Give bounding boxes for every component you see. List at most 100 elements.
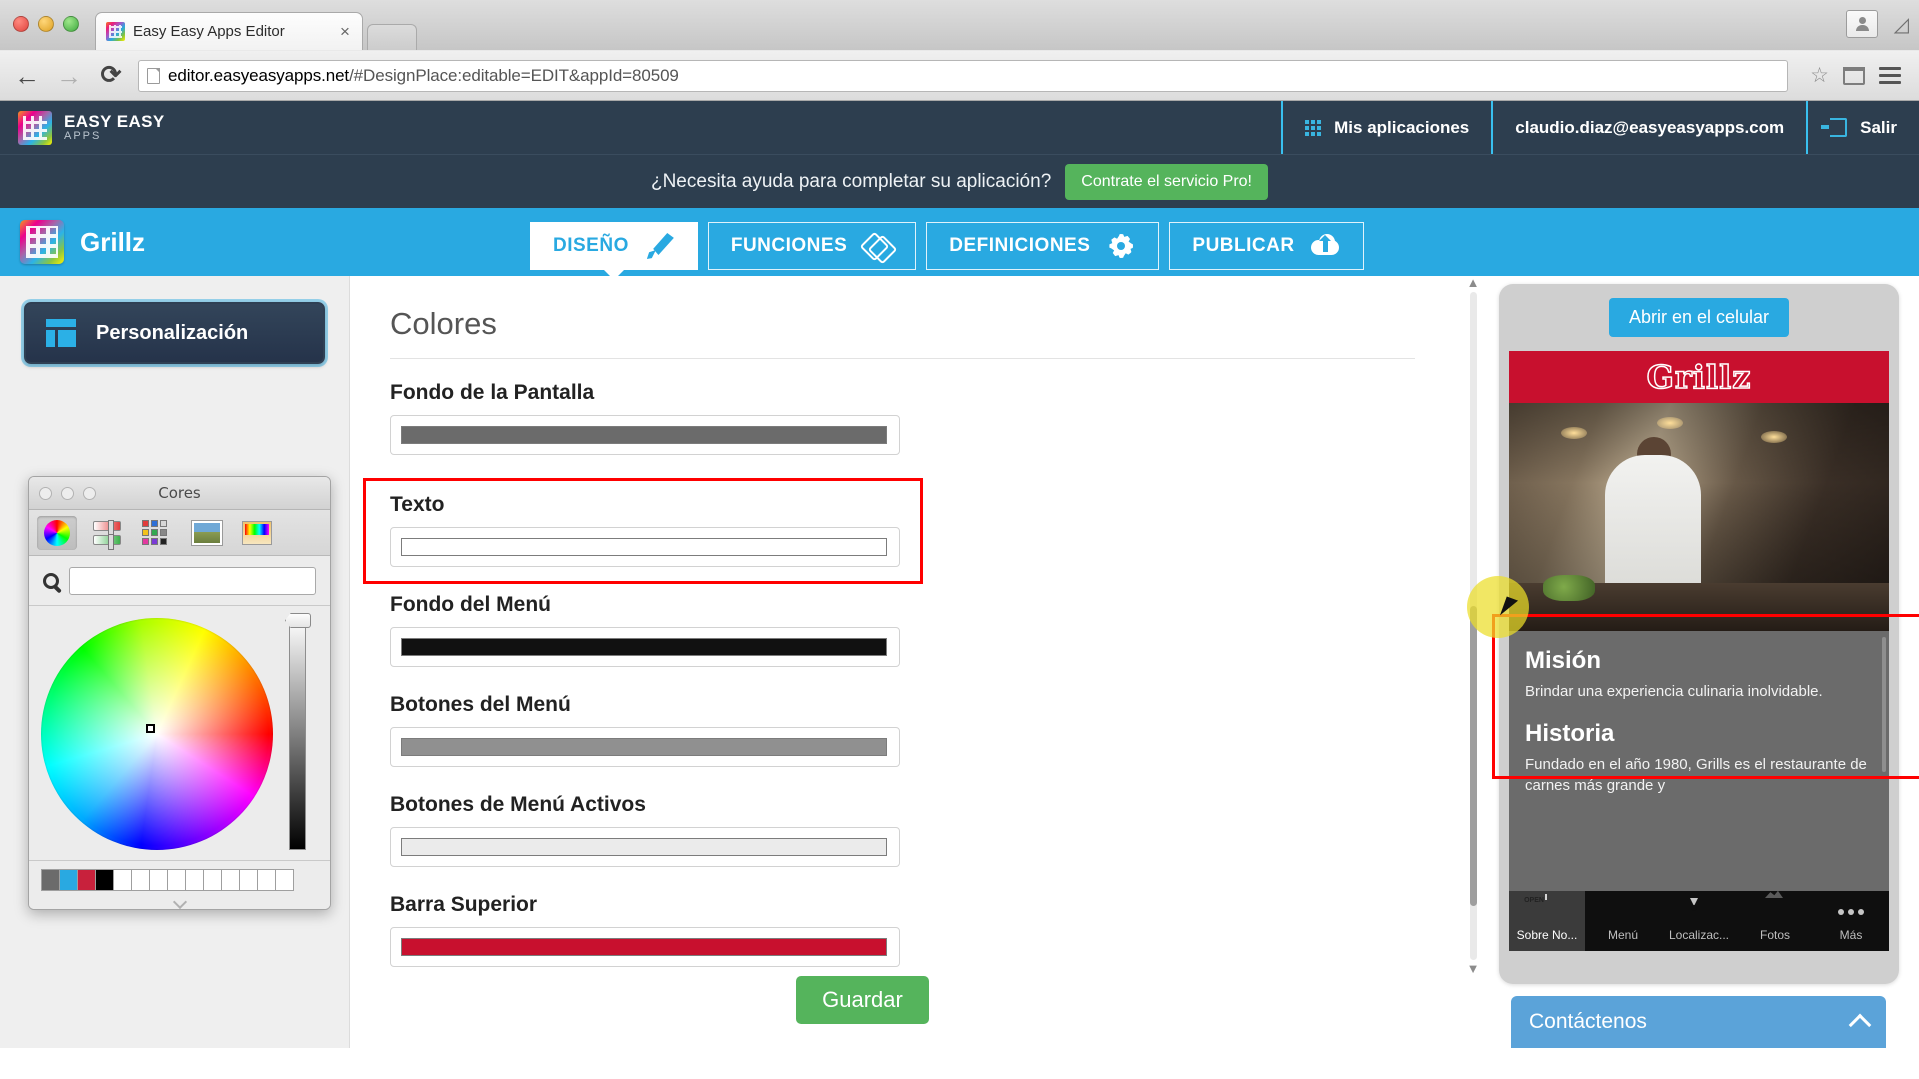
- crayons-tool[interactable]: [237, 516, 277, 550]
- logout-link[interactable]: Salir: [1806, 101, 1919, 154]
- app-identity: Grillz: [20, 220, 145, 264]
- swatch-13[interactable]: [275, 869, 294, 891]
- my-apps-link[interactable]: Mis aplicaciones: [1281, 101, 1491, 154]
- color-swatch-row[interactable]: [29, 860, 330, 895]
- phone-content-scrollbar[interactable]: [1882, 637, 1886, 772]
- tab-diseno-label: DISEÑO: [553, 235, 629, 256]
- color-swatch-button-botones-menu-activos[interactable]: [390, 827, 900, 867]
- swatch-6[interactable]: [149, 869, 168, 891]
- brightness-slider-knob[interactable]: [285, 613, 311, 628]
- swatch-10[interactable]: [221, 869, 240, 891]
- swatch-5[interactable]: [131, 869, 150, 891]
- profile-avatar-button[interactable]: [1845, 10, 1878, 38]
- sidebar-item-personalizacion[interactable]: Personalización: [24, 302, 325, 364]
- open-on-mobile-button[interactable]: Abrir en el celular: [1608, 298, 1790, 337]
- swatch-3[interactable]: [95, 869, 114, 891]
- scrollbar-thumb[interactable]: [1470, 606, 1477, 906]
- search-icon: [43, 572, 59, 589]
- color-picker-dialog[interactable]: Cores: [28, 476, 331, 910]
- field-botones-menu-activos: Botones de Menú Activos: [390, 793, 920, 867]
- color-wheel-tool[interactable]: [37, 515, 77, 550]
- swatch-11[interactable]: [239, 869, 258, 891]
- tab-funciones[interactable]: FUNCIONES: [707, 222, 917, 270]
- phone-tab-localizacion[interactable]: Localizac...: [1661, 891, 1737, 951]
- swatch-7[interactable]: [167, 869, 186, 891]
- chrome-window-controls: ◿: [1845, 10, 1909, 38]
- url-text: editor.easyeasyapps.net/#DesignPlace:edi…: [168, 66, 679, 86]
- address-bar[interactable]: editor.easyeasyapps.net/#DesignPlace:edi…: [138, 59, 1789, 92]
- color-picker-resize-grip[interactable]: [29, 895, 330, 909]
- section-heading-mision: Misión: [1525, 647, 1601, 674]
- phone-screen: Grillz Misión Brindar una experiencia cu…: [1509, 351, 1889, 951]
- color-wheel[interactable]: [41, 618, 273, 850]
- close-window-button[interactable]: [13, 16, 29, 32]
- color-swatch-button-barra-superior[interactable]: [390, 927, 900, 967]
- fullscreen-icon[interactable]: ◿: [1894, 12, 1909, 37]
- tab-diseno[interactable]: DISEÑO: [530, 222, 698, 270]
- window-traffic-lights[interactable]: [13, 16, 79, 32]
- back-button[interactable]: ←: [12, 63, 42, 89]
- bookmark-star-icon[interactable]: ☆: [1810, 63, 1829, 88]
- color-swatch-button-texto[interactable]: [390, 527, 900, 567]
- browser-tabstrip: Easy Easy Apps Editor × ◿: [0, 0, 1919, 50]
- page-info-icon: [147, 67, 160, 84]
- phone-tab-menu[interactable]: Menú: [1585, 891, 1661, 951]
- new-tab-button[interactable]: [367, 24, 417, 50]
- image-palette-tool[interactable]: [187, 516, 227, 550]
- color-search-input[interactable]: [69, 566, 316, 595]
- brightness-slider[interactable]: [285, 613, 311, 850]
- page-title: Colores: [390, 306, 1415, 359]
- scroll-down-arrow-icon[interactable]: ▼: [1465, 962, 1481, 976]
- color-swatch-button-botones-menu[interactable]: [390, 727, 900, 767]
- browser-tab[interactable]: Easy Easy Apps Editor ×: [95, 12, 363, 50]
- hamburger-menu-icon[interactable]: [1879, 67, 1901, 84]
- scroll-up-arrow-icon[interactable]: ▲: [1465, 276, 1481, 290]
- section-heading-historia: Historia: [1525, 720, 1615, 747]
- phone-app-logo: Grillz: [1646, 357, 1752, 397]
- color-sliders-icon: [93, 519, 121, 550]
- easyeasy-brand[interactable]: EASY EASY APPS: [18, 110, 165, 145]
- field-fondo-menu: Fondo del Menú: [390, 593, 920, 667]
- phone-tab-fotos[interactable]: Fotos: [1737, 891, 1813, 951]
- chevron-up-icon[interactable]: [1848, 1013, 1872, 1037]
- window-icon[interactable]: [1843, 66, 1865, 85]
- swatch-1[interactable]: [59, 869, 78, 891]
- forward-button[interactable]: →: [54, 63, 84, 89]
- reload-button[interactable]: ⟳: [96, 63, 126, 88]
- brush-icon: [645, 232, 675, 260]
- brand-text: EASY EASY APPS: [64, 111, 165, 142]
- lamp-icon: [1561, 427, 1587, 439]
- maximize-window-button[interactable]: [63, 16, 79, 32]
- swatch-12[interactable]: [257, 869, 276, 891]
- close-icon[interactable]: ×: [336, 22, 354, 42]
- swatch-2[interactable]: [77, 869, 96, 891]
- color-palettes-tool[interactable]: [137, 516, 177, 550]
- brand-line-2: APPS: [64, 129, 102, 142]
- swatch-9[interactable]: [203, 869, 222, 891]
- lamp-icon: [1657, 417, 1683, 429]
- app-header: Grillz DISEÑO FUNCIONES DEFINICIONES PUB…: [0, 208, 1919, 276]
- minimize-window-button[interactable]: [38, 16, 54, 32]
- color-picker-search-row: [29, 556, 330, 606]
- tab-definiciones[interactable]: DEFINICIONES: [926, 222, 1160, 270]
- color-preview: [401, 938, 887, 956]
- color-swatch-button-fondo-menu[interactable]: [390, 627, 900, 667]
- browser-toolbar: ← → ⟳ editor.easyeasyapps.net/#DesignPla…: [0, 50, 1919, 100]
- brand-line-1: EASY EASY: [64, 111, 165, 131]
- color-wheel-cursor[interactable]: [146, 724, 155, 733]
- swatch-0[interactable]: [41, 869, 60, 891]
- swatch-8[interactable]: [185, 869, 204, 891]
- url-host: editor.easyeasyapps.net: [168, 65, 350, 85]
- color-wheel-area: [29, 606, 330, 860]
- tab-publicar[interactable]: PUBLICAR: [1169, 222, 1364, 270]
- save-button[interactable]: Guardar: [796, 976, 929, 1024]
- phone-tab-mas[interactable]: Más: [1813, 891, 1889, 951]
- hire-pro-service-button[interactable]: Contrate el servicio Pro!: [1065, 163, 1268, 200]
- contact-us-bar[interactable]: Contáctenos: [1511, 996, 1886, 1048]
- color-sliders-tool[interactable]: [87, 516, 127, 550]
- phone-tab-sobre-nosotros[interactable]: Sobre No...: [1509, 891, 1585, 951]
- color-swatch-button-fondo-pantalla[interactable]: [390, 415, 900, 455]
- swatch-4[interactable]: [113, 869, 132, 891]
- user-email-item[interactable]: claudio.diaz@easyeasyapps.com: [1491, 101, 1806, 154]
- phone-tab-label: Sobre No...: [1516, 928, 1578, 942]
